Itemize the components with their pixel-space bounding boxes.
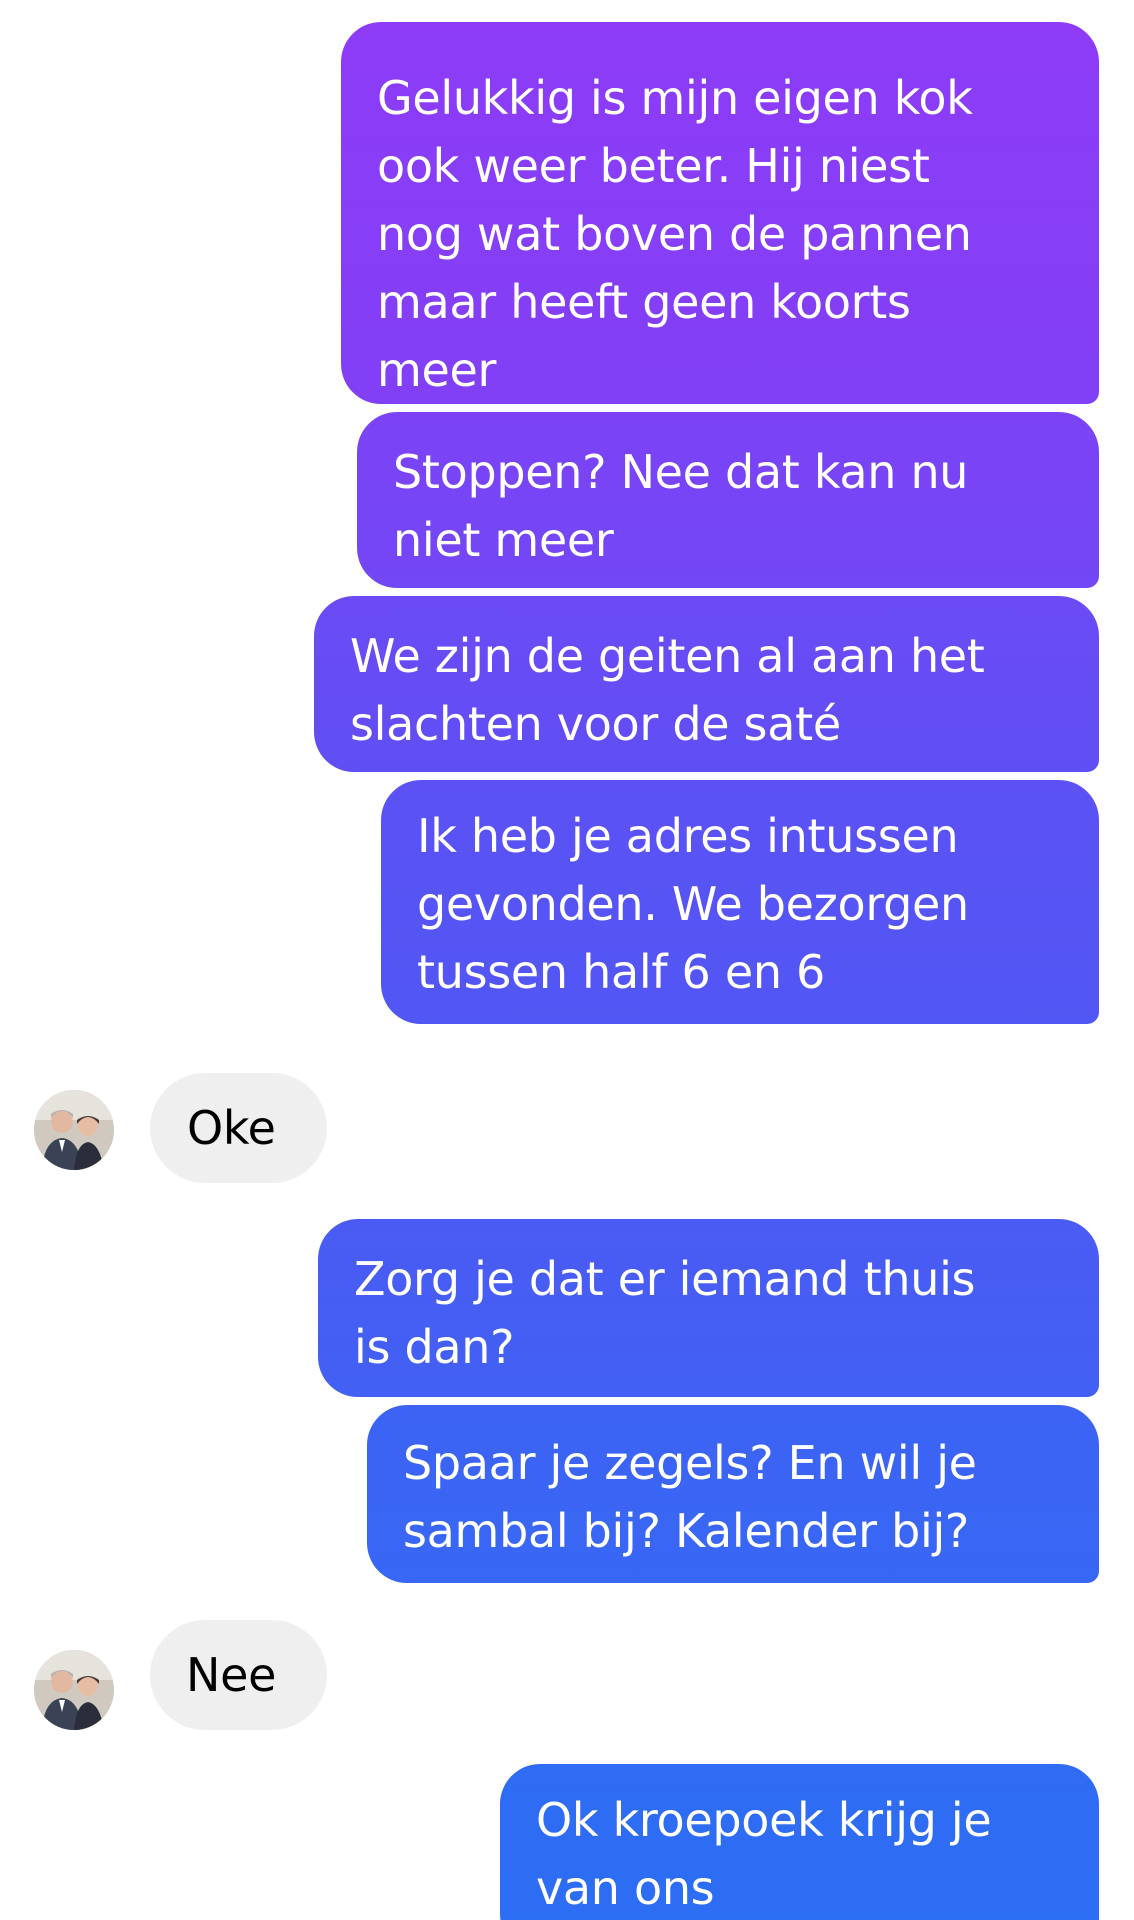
sent-message-bubble[interactable]: Gelukkig is mijn eigen kok ook weer bete… bbox=[341, 22, 1099, 404]
sent-message-bubble[interactable]: Stoppen? Nee dat kan nu niet meer bbox=[357, 412, 1099, 588]
avatar-icon bbox=[34, 1650, 114, 1730]
sent-message-bubble[interactable]: Ik heb je adres intussen gevonden. We be… bbox=[381, 780, 1099, 1024]
sent-message-bubble[interactable]: Zorg je dat er iemand thuis is dan? bbox=[318, 1219, 1099, 1397]
sent-message-bubble[interactable]: We zijn de geiten al aan het slachten vo… bbox=[314, 596, 1099, 772]
sent-message-bubble[interactable]: Ok kroepoek krijg je van ons bbox=[500, 1764, 1099, 1920]
sent-message-bubble[interactable]: Spaar je zegels? En wil je sambal bij? K… bbox=[367, 1405, 1099, 1583]
contact-avatar[interactable] bbox=[34, 1090, 114, 1170]
contact-avatar[interactable] bbox=[34, 1650, 114, 1730]
avatar-icon bbox=[34, 1090, 114, 1170]
received-message-bubble[interactable]: Oke bbox=[150, 1073, 327, 1183]
received-message-bubble[interactable]: Nee bbox=[150, 1620, 327, 1730]
